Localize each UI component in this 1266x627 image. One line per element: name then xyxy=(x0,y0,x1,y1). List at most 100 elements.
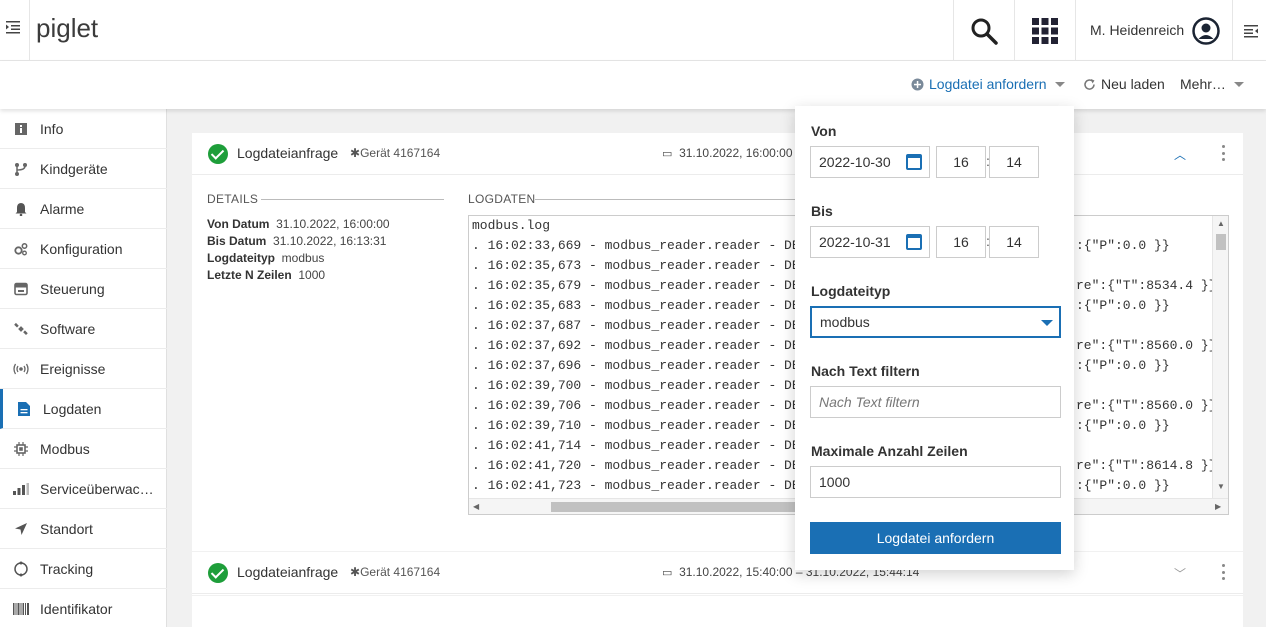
kebab-menu-icon[interactable] xyxy=(1220,145,1226,161)
sidebar-item-modbus[interactable]: Modbus xyxy=(0,429,167,469)
chevron-up-icon[interactable]: ︿ xyxy=(1174,146,1186,163)
from-date-input[interactable]: 2022-10-30 xyxy=(810,146,930,178)
sidebar-item-ereignisse[interactable]: Ereignisse xyxy=(0,349,167,389)
log-line-tail: re":{"T":8560.0 }} xyxy=(1076,398,1217,413)
from-minute-input[interactable]: 14 xyxy=(989,146,1039,178)
app-name: piglet xyxy=(36,13,99,43)
log-filename: modbus.log xyxy=(472,218,551,233)
sidebar-item-info[interactable]: Info xyxy=(0,109,167,149)
apps-button[interactable] xyxy=(1015,0,1075,61)
calendar-icon: ▭ xyxy=(662,148,673,160)
logfile-type-select[interactable]: modbus xyxy=(810,306,1061,338)
sidebar-item-steuerung[interactable]: Steuerung xyxy=(0,269,167,309)
max-lines-input[interactable]: 1000 xyxy=(810,466,1061,498)
request-logfile-button[interactable]: Logdatei anfordern xyxy=(911,76,1065,92)
detail-value: 31.10.2022, 16:00:00 xyxy=(276,217,390,231)
success-check-icon xyxy=(208,144,228,164)
logfile-type-value: modbus xyxy=(820,314,870,330)
to-minute-value: 14 xyxy=(1006,234,1022,250)
chevron-down-icon xyxy=(1054,81,1065,87)
right-drawer-toggle[interactable] xyxy=(1238,0,1264,61)
log-line-tail: :{"P":0.0 }} xyxy=(1076,358,1170,373)
kebab-menu-icon[interactable] xyxy=(1220,564,1226,580)
sidebar-item-serviceueberwachung[interactable]: Serviceüberwac… xyxy=(0,469,167,509)
text-filter-input[interactable]: Nach Text filtern xyxy=(810,386,1061,418)
broadcast-icon xyxy=(12,360,30,378)
user-name[interactable]: M. Heidenreich xyxy=(1090,22,1184,38)
location-arrow-icon xyxy=(12,520,30,538)
log-line: . 16:02:37,687 - modbus_reader.reader - … xyxy=(472,318,808,333)
to-date-input[interactable]: 2022-10-31 xyxy=(810,226,930,258)
user-avatar[interactable] xyxy=(1191,0,1221,61)
sidebar-item-tracking[interactable]: Tracking xyxy=(0,549,167,589)
section-divider xyxy=(261,199,444,200)
vertical-scroll-thumb[interactable] xyxy=(1216,234,1226,250)
card-header[interactable]: Logdateianfrage ✱Gerät 4167164 ▭ 31.10.2… xyxy=(192,133,1243,175)
bars-icon xyxy=(12,480,30,498)
sidebar-item-logdaten[interactable]: Logdaten xyxy=(0,389,167,429)
chip-icon xyxy=(12,440,30,458)
circle-icon xyxy=(12,560,30,578)
sidebar-item-software[interactable]: Software xyxy=(0,309,167,349)
to-label: Bis xyxy=(811,203,833,219)
chevron-down-icon[interactable]: ﹀ xyxy=(1174,565,1186,582)
sidebar-item-standort[interactable]: Standort xyxy=(0,509,167,549)
sidebar-item-label: Konfiguration xyxy=(40,240,123,257)
sidebar-item-konfiguration[interactable]: Konfiguration xyxy=(0,229,167,269)
sidebar-item-alarme[interactable]: Alarme xyxy=(0,189,167,229)
to-minute-input[interactable]: 14 xyxy=(989,226,1039,258)
filter-label: Nach Text filtern xyxy=(811,363,920,379)
indent-icon xyxy=(1244,24,1258,37)
sidebar-item-label: Serviceüberwac… xyxy=(40,480,154,497)
from-hour-input[interactable]: 16 xyxy=(936,146,986,178)
detail-key: Bis Datum xyxy=(207,234,267,248)
detail-value: 1000 xyxy=(298,268,326,282)
cogs-icon xyxy=(12,240,30,258)
calendar-icon[interactable] xyxy=(906,154,922,170)
sidebar-item-label: Steuerung xyxy=(40,280,105,297)
scroll-down-icon[interactable]: ▼ xyxy=(1217,482,1225,491)
scroll-right-icon[interactable]: ▶ xyxy=(1215,502,1221,511)
log-request-card xyxy=(192,596,1243,627)
scroll-left-icon[interactable]: ◀ xyxy=(473,502,479,511)
calendar-icon[interactable] xyxy=(906,234,922,250)
from-hour-value: 16 xyxy=(953,154,969,170)
gear-icon: ✱ xyxy=(350,146,361,160)
date-text: 31.10.2022, 16:00:00 xyxy=(679,146,793,160)
section-divider xyxy=(535,199,835,200)
satellite-icon xyxy=(12,320,30,338)
submit-request-button[interactable]: Logdatei anfordern xyxy=(810,522,1061,554)
success-check-icon xyxy=(208,563,228,583)
log-line: . 16:02:35,679 - modbus_reader.reader - … xyxy=(472,278,808,293)
log-line: . 16:02:41,723 - modbus_reader.reader - … xyxy=(472,478,808,493)
sidebar-item-kindgeraete[interactable]: Kindgeräte xyxy=(0,149,167,189)
detail-row: Von Datum 31.10.2022, 16:00:00 xyxy=(207,217,390,231)
device-name: Gerät 4167164 xyxy=(360,565,441,579)
details-section-label: DETAILS xyxy=(207,192,259,206)
more-menu-button[interactable]: Mehr… xyxy=(1180,76,1244,92)
detail-row: Bis Datum 31.10.2022, 16:13:31 xyxy=(207,234,386,248)
reload-button[interactable]: Neu laden xyxy=(1083,76,1165,92)
date-range: ▭ 31.10.2022, 16:00:00 xyxy=(662,146,793,160)
scroll-up-icon[interactable]: ▲ xyxy=(1217,219,1225,228)
to-hour-input[interactable]: 16 xyxy=(936,226,986,258)
top-header: piglet M. Heidenreich xyxy=(0,0,1266,61)
sidebar-item-label: Modbus xyxy=(40,440,90,457)
sidebar-item-identifikator[interactable]: Identifikator xyxy=(0,589,167,627)
request-logfile-panel: Von 2022-10-30 16 : 14 Bis 2022-10-31 16… xyxy=(795,106,1074,570)
detail-row: Logdateityp modbus xyxy=(207,251,324,265)
log-line: . 16:02:37,696 - modbus_reader.reader - … xyxy=(472,358,808,373)
search-button[interactable] xyxy=(954,0,1014,61)
sidebar-item-label: Info xyxy=(40,120,64,137)
reload-label: Neu laden xyxy=(1101,76,1165,92)
sidebar-toggle-icon[interactable] xyxy=(6,20,22,36)
vertical-scrollbar[interactable]: ▲ ▼ xyxy=(1212,216,1228,499)
header-divider xyxy=(1232,0,1233,61)
detail-key: Logdateityp xyxy=(207,251,275,265)
plus-circle-icon xyxy=(911,78,924,90)
log-line-tail: re":{"T":8534.4 }} xyxy=(1076,278,1217,293)
sidebar-item-label: Tracking xyxy=(40,560,94,577)
detail-value: 31.10.2022, 16:13:31 xyxy=(273,234,387,248)
from-label: Von xyxy=(811,123,837,139)
card-header[interactable]: Logdateianfrage ✱Gerät 4167164 ▭ 31.10.2… xyxy=(192,552,1243,594)
